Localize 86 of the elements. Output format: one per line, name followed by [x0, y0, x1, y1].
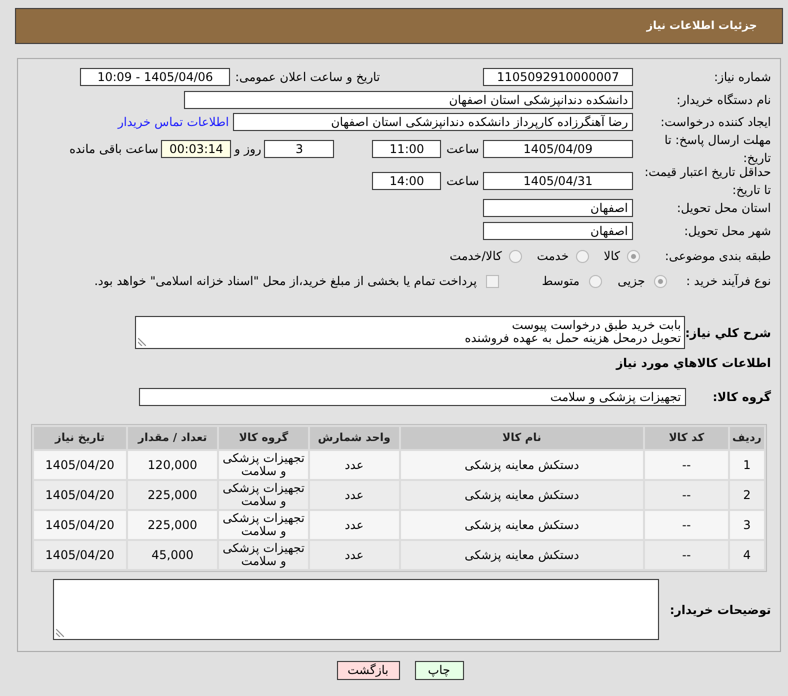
- table-cell: 225,000: [128, 511, 218, 539]
- table-cell: --: [645, 451, 728, 479]
- requester-field[interactable]: رضا آهنگرزاده کارپرداز دانشکده دندانپزشکی استان اصفهان: [233, 113, 633, 131]
- radio-button[interactable]: [654, 274, 667, 288]
- province-field[interactable]: اصفهان: [483, 199, 633, 217]
- field-label: تاریخ و ساعت اعلان عمومی:: [235, 69, 380, 86]
- table-cell: عدد: [310, 451, 399, 479]
- table-cell: 1405/04/20: [34, 481, 126, 509]
- radio-button[interactable]: [508, 250, 522, 262]
- table-cell: 2: [730, 481, 764, 509]
- table-cell: تجهیزات پزشکی و سلامت: [219, 481, 308, 509]
- checkbox[interactable]: [486, 274, 499, 288]
- radio-button[interactable]: [576, 250, 589, 262]
- field-label: ایجاد کننده درخواست:: [660, 115, 771, 129]
- table-cell: --: [645, 541, 728, 569]
- deadline-time-field[interactable]: 11:00: [372, 140, 442, 158]
- radio-button[interactable]: [588, 274, 602, 288]
- field-label: طبقه بندی موضوعی:: [664, 249, 771, 263]
- city-field[interactable]: اصفهان: [483, 222, 633, 240]
- radio-label: متوسط: [542, 273, 580, 290]
- table-cell: عدد: [310, 511, 399, 539]
- table-cell: 1405/04/20: [34, 541, 126, 569]
- field-label: گروه کالا:: [712, 390, 771, 404]
- field-label: حداقل تاریخ اعتبار قیمت: تا تاریخ:: [644, 165, 771, 197]
- table-cell: --: [645, 481, 728, 509]
- radio-label: جزیی: [618, 273, 645, 290]
- table-cell: دستکش معاینه پزشکی: [400, 481, 644, 509]
- description-field[interactable]: بابت خرید طبق درخواست پیوست تحویل درمحل هزینه حمل به عهده فروشنده: [135, 316, 685, 349]
- field-label: روز و: [234, 141, 262, 158]
- buyer-notes-field[interactable]: [53, 579, 659, 640]
- need-number-field[interactable]: 1105092910000007: [483, 68, 633, 86]
- radio-label: کالا/خدمت: [450, 248, 502, 265]
- table-cell: 3: [730, 511, 764, 539]
- table-cell: عدد: [310, 481, 399, 509]
- field-label: پرداخت تمام یا بخشی از مبلغ خرید،از محل "اسناد خزانه اسلامی" خواهد بود.: [94, 273, 477, 290]
- field-label: توضیحات خریدار:: [670, 602, 771, 616]
- page-title: جزئیات اطلاعات نیاز: [646, 18, 757, 34]
- field-label: نوع فرآیند خرید :: [686, 274, 771, 288]
- table-cell: تجهیزات پزشکی و سلامت: [219, 511, 308, 539]
- table-cell: تجهیزات پزشکی و سلامت: [219, 451, 308, 479]
- back-button[interactable]: بازگشت: [336, 661, 400, 680]
- table-cell: 1: [730, 451, 764, 479]
- radio-button[interactable]: [627, 250, 640, 262]
- radio-label: خدمت: [536, 248, 569, 265]
- table-cell: 45,000: [128, 541, 218, 569]
- radio-label: کالا: [604, 248, 620, 265]
- buyer-contact-link[interactable]: اطلاعات تماس خریدار: [118, 113, 229, 131]
- column-header: تعداد / مقدار: [128, 427, 218, 449]
- table-cell: 1405/04/20: [34, 451, 126, 479]
- column-header: کد کالا: [645, 427, 728, 449]
- field-label: شهر محل تحویل:: [684, 224, 771, 238]
- buyer-org-field[interactable]: دانشکده دندانپزشکی استان اصفهان: [184, 90, 633, 108]
- field-label: مهلت ارسال پاسخ: تا تاریخ:: [664, 133, 771, 165]
- field-label: ساعت: [446, 141, 479, 158]
- table-cell: دستکش معاینه پزشکی: [400, 511, 644, 539]
- field-label: ساعت باقی مانده: [69, 141, 158, 158]
- field-label: شرح کلي نياز:: [685, 326, 771, 340]
- remaining-time-field[interactable]: 00:03:14: [161, 140, 232, 158]
- validity-time-field[interactable]: 14:00: [372, 172, 442, 190]
- column-header: نام کالا: [400, 427, 644, 449]
- days-field[interactable]: 3: [264, 140, 334, 158]
- column-header: واحد شمارش: [310, 427, 399, 449]
- resize-grip-icon[interactable]: [138, 338, 146, 346]
- table-cell: 4: [730, 541, 764, 569]
- print-button[interactable]: چاپ: [414, 661, 464, 680]
- field-label: نام دستگاه خریدار:: [676, 92, 771, 106]
- field-label: شماره نیاز:: [714, 70, 771, 84]
- table-cell: --: [645, 511, 728, 539]
- column-header: گروه کالا: [219, 427, 308, 449]
- table-cell: دستکش معاینه پزشکی: [400, 541, 644, 569]
- resize-grip-icon[interactable]: [56, 629, 64, 637]
- validity-date-field[interactable]: 1405/04/31: [483, 172, 633, 190]
- table-cell: عدد: [310, 541, 399, 569]
- table-cell: 120,000: [128, 451, 218, 479]
- table-cell: دستکش معاینه پزشکی: [400, 451, 644, 479]
- section-title: اطلاعات کالاهاي مورد نياز: [616, 355, 771, 372]
- table-cell: 225,000: [128, 481, 218, 509]
- field-label: ساعت: [446, 173, 479, 190]
- deadline-date-field[interactable]: 1405/04/09: [483, 140, 633, 158]
- goods-group-field[interactable]: تجهیزات پزشکی و سلامت: [139, 388, 686, 406]
- announce-date-field[interactable]: 1405/04/06 - 10:09: [80, 68, 230, 86]
- table-cell: 1405/04/20: [34, 511, 126, 539]
- column-header: تاریخ نیاز: [34, 427, 126, 449]
- column-header: ردیف: [730, 427, 764, 449]
- field-label: استان محل تحویل:: [676, 201, 771, 215]
- table-cell: تجهیزات پزشکی و سلامت: [219, 541, 308, 569]
